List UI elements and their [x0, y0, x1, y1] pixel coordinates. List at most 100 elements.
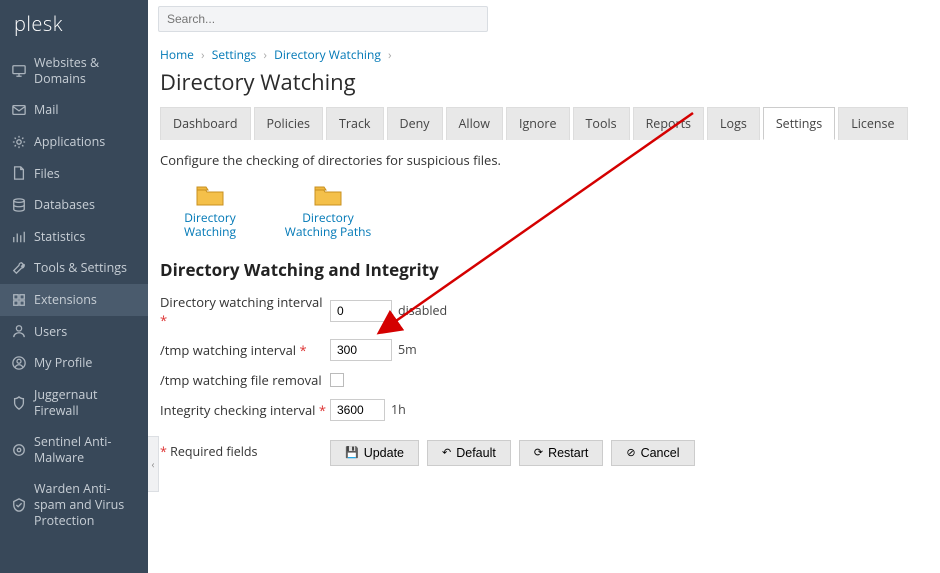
required-asterisk: * [319, 401, 326, 419]
sidebar-item-label: Tools & Settings [34, 260, 127, 276]
tile-label: Directory Watching [160, 211, 260, 240]
sidebar-item-tools-settings[interactable]: Tools & Settings [0, 252, 148, 284]
undo-icon: ↶ [442, 446, 451, 459]
brand-logo: plesk [0, 0, 148, 47]
tab-tools[interactable]: Tools [573, 107, 630, 140]
sentinel-icon [12, 443, 26, 457]
tab-reports[interactable]: Reports [633, 107, 704, 140]
sidebar-item-label: Warden Anti-spam and Virus Protection [34, 481, 136, 528]
chevron-right-icon: › [384, 46, 396, 63]
required-asterisk: * [299, 341, 306, 359]
user-icon [12, 324, 26, 338]
field-suffix: 1h [391, 401, 406, 418]
sidebar-item-label: Juggernaut Firewall [34, 387, 136, 418]
folder-icon [195, 183, 225, 207]
sidebar-item-statistics[interactable]: Statistics [0, 221, 148, 253]
breadcrumb: Home › Settings › Directory Watching › [160, 46, 920, 63]
tile-directory-watching[interactable]: Directory Watching [160, 183, 260, 240]
firewall-icon [12, 396, 26, 410]
required-asterisk: * [160, 311, 167, 329]
sidebar-item-databases[interactable]: Databases [0, 189, 148, 221]
field-label: Integrity checking interval * [160, 401, 330, 419]
restart-icon: ⟳ [534, 446, 543, 459]
sidebar-item-users[interactable]: Users [0, 316, 148, 348]
sidebar-item-label: Statistics [34, 229, 85, 245]
field-suffix: 5m [398, 341, 417, 358]
tab-policies[interactable]: Policies [254, 107, 323, 140]
content: Home › Settings › Directory Watching › D… [148, 38, 940, 573]
field-suffix: disabled [398, 302, 447, 319]
sidebar-collapse-handle[interactable]: ‹ [148, 436, 159, 492]
stats-icon [12, 230, 26, 244]
field-label: /tmp watching interval * [160, 341, 330, 359]
tab-ignore[interactable]: Ignore [506, 107, 570, 140]
update-button[interactable]: 💾Update [330, 440, 419, 466]
mail-icon [12, 103, 26, 117]
sidebar-item-label: My Profile [34, 355, 92, 371]
sidebar-item-juggernaut[interactable]: Juggernaut Firewall [0, 379, 148, 426]
tmp-interval-input[interactable] [330, 339, 392, 361]
warden-icon [12, 498, 26, 512]
chevron-right-icon: › [259, 46, 271, 63]
sidebar-item-label: Applications [34, 134, 105, 150]
sidebar-item-sentinel[interactable]: Sentinel Anti-Malware [0, 426, 148, 473]
gear-icon [12, 135, 26, 149]
breadcrumb-link[interactable]: Home [160, 46, 194, 63]
button-row: 💾Update ↶Default ⟳Restart ⊘Cancel [330, 440, 920, 466]
tab-settings[interactable]: Settings [763, 107, 835, 140]
extensions-icon [12, 293, 26, 307]
sidebar-item-warden[interactable]: Warden Anti-spam and Virus Protection [0, 473, 148, 536]
tab-license[interactable]: License [838, 107, 907, 140]
tab-bar: Dashboard Policies Track Deny Allow Igno… [160, 107, 920, 141]
tmp-removal-checkbox[interactable] [330, 373, 344, 387]
field-tmp-removal: /tmp watching file removal [160, 371, 920, 389]
field-tmp-interval: /tmp watching interval * 5m [160, 339, 920, 361]
folder-icon [313, 183, 343, 207]
section-title: Directory Watching and Integrity [160, 258, 920, 281]
sidebar-item-label: Extensions [34, 292, 97, 308]
sidebar-item-label: Files [34, 166, 60, 182]
breadcrumb-link[interactable]: Settings [212, 46, 257, 63]
default-button[interactable]: ↶Default [427, 440, 511, 466]
page-title: Directory Watching [160, 67, 920, 97]
description: Configure the checking of directories fo… [160, 151, 920, 169]
tile-directory-watching-paths[interactable]: Directory Watching Paths [278, 183, 378, 240]
integrity-interval-input[interactable] [330, 399, 385, 421]
tab-deny[interactable]: Deny [387, 107, 443, 140]
cancel-button[interactable]: ⊘Cancel [611, 440, 694, 466]
sidebar: plesk Websites & Domains Mail Applicatio… [0, 0, 148, 573]
tab-logs[interactable]: Logs [707, 107, 760, 140]
sidebar-item-websites[interactable]: Websites & Domains [0, 47, 148, 94]
sidebar-item-label: Mail [34, 102, 59, 118]
sidebar-item-label: Sentinel Anti-Malware [34, 434, 136, 465]
search-input[interactable] [158, 6, 488, 32]
sidebar-item-label: Users [34, 324, 67, 340]
topbar [148, 0, 940, 38]
dw-interval-input[interactable] [330, 300, 392, 322]
sidebar-item-extensions[interactable]: Extensions [0, 284, 148, 316]
icon-row: Directory Watching Directory Watching Pa… [160, 183, 920, 240]
restart-button[interactable]: ⟳Restart [519, 440, 604, 466]
tab-track[interactable]: Track [326, 107, 384, 140]
file-icon [12, 166, 26, 180]
tile-label: Directory Watching Paths [278, 211, 378, 240]
cancel-icon: ⊘ [626, 446, 635, 459]
database-icon [12, 198, 26, 212]
sidebar-item-my-profile[interactable]: My Profile [0, 347, 148, 379]
save-icon: 💾 [345, 446, 359, 459]
profile-icon [12, 356, 26, 370]
tab-allow[interactable]: Allow [446, 107, 503, 140]
field-dw-interval: Directory watching interval * disabled [160, 293, 920, 329]
field-label: /tmp watching file removal [160, 371, 330, 389]
field-label: Directory watching interval * [160, 293, 330, 329]
breadcrumb-link[interactable]: Directory Watching [274, 46, 381, 63]
wrench-icon [12, 261, 26, 275]
sidebar-item-applications[interactable]: Applications [0, 126, 148, 158]
sidebar-item-files[interactable]: Files [0, 158, 148, 190]
field-integrity-interval: Integrity checking interval * 1h [160, 399, 920, 421]
tab-dashboard[interactable]: Dashboard [160, 107, 251, 140]
sidebar-item-label: Databases [34, 197, 95, 213]
sidebar-item-mail[interactable]: Mail [0, 94, 148, 126]
chevron-right-icon: › [197, 46, 209, 63]
monitor-icon [12, 64, 26, 78]
